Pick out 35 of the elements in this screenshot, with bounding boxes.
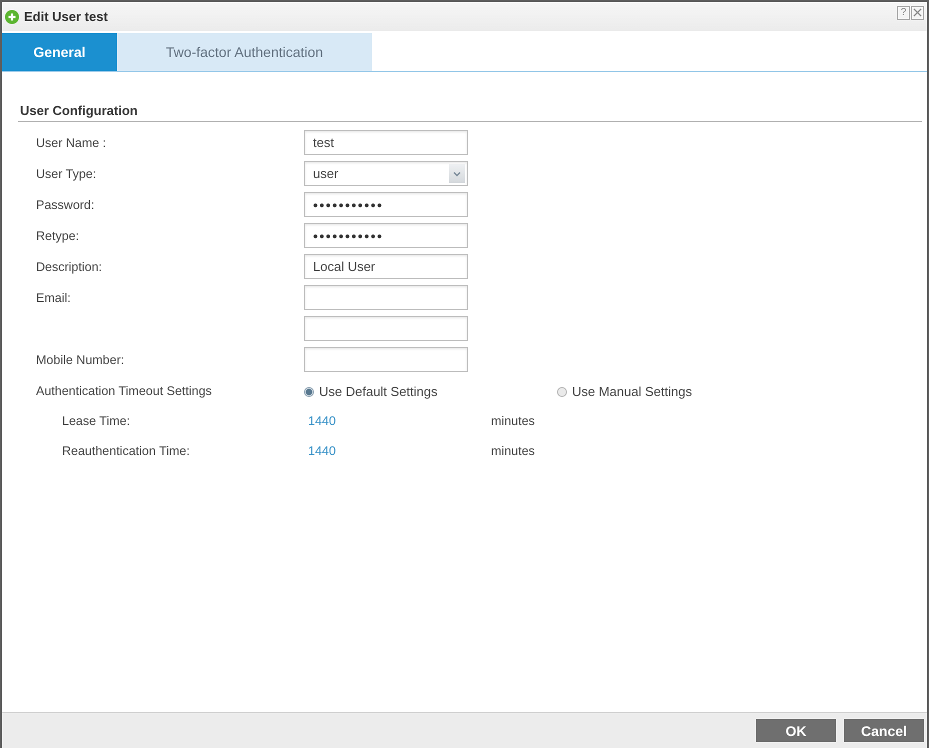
field-label: Reauthentication Time: bbox=[62, 444, 190, 458]
field-label: Description: bbox=[36, 260, 102, 274]
field-label: User Name : bbox=[36, 136, 106, 150]
input-field[interactable]: Local User bbox=[304, 254, 468, 279]
password-field[interactable]: ••••••••••• bbox=[304, 192, 468, 217]
unit-label: minutes bbox=[491, 444, 535, 458]
field-label: Email: bbox=[36, 290, 71, 304]
radio-button[interactable] bbox=[304, 386, 314, 396]
plus-icon bbox=[5, 10, 19, 24]
field-label: Password: bbox=[36, 198, 94, 212]
field-label: Retype: bbox=[36, 228, 80, 242]
close-icon bbox=[913, 8, 922, 17]
field-label: Authentication Timeout Settings bbox=[36, 384, 212, 398]
radio-label[interactable]: Use Default Settings bbox=[319, 384, 438, 399]
tab[interactable]: General bbox=[2, 33, 117, 71]
section-title: User Configuration bbox=[18, 103, 922, 122]
field-label: User Type: bbox=[36, 166, 96, 180]
close-button[interactable] bbox=[911, 6, 924, 20]
input-field[interactable] bbox=[304, 347, 468, 372]
dialog-button[interactable]: OK bbox=[756, 719, 836, 742]
input-field[interactable] bbox=[304, 316, 468, 341]
time-value: 1440 bbox=[307, 444, 337, 458]
radio-label[interactable]: Use Manual Settings bbox=[572, 384, 692, 399]
tab[interactable]: Two-factor Authentication bbox=[117, 33, 372, 71]
unit-label: minutes bbox=[491, 414, 535, 428]
field-label: Lease Time: bbox=[62, 414, 130, 428]
password-field[interactable]: ••••••••••• bbox=[304, 223, 468, 248]
input-field[interactable]: test bbox=[304, 130, 468, 155]
radio-button[interactable] bbox=[557, 386, 567, 396]
time-value: 1440 bbox=[307, 414, 337, 428]
input-field[interactable] bbox=[304, 285, 468, 310]
select-field[interactable]: user bbox=[304, 161, 468, 186]
field-label: Mobile Number: bbox=[36, 352, 124, 366]
window-title: Edit User test bbox=[24, 9, 108, 24]
dialog-button[interactable]: Cancel bbox=[844, 719, 924, 742]
